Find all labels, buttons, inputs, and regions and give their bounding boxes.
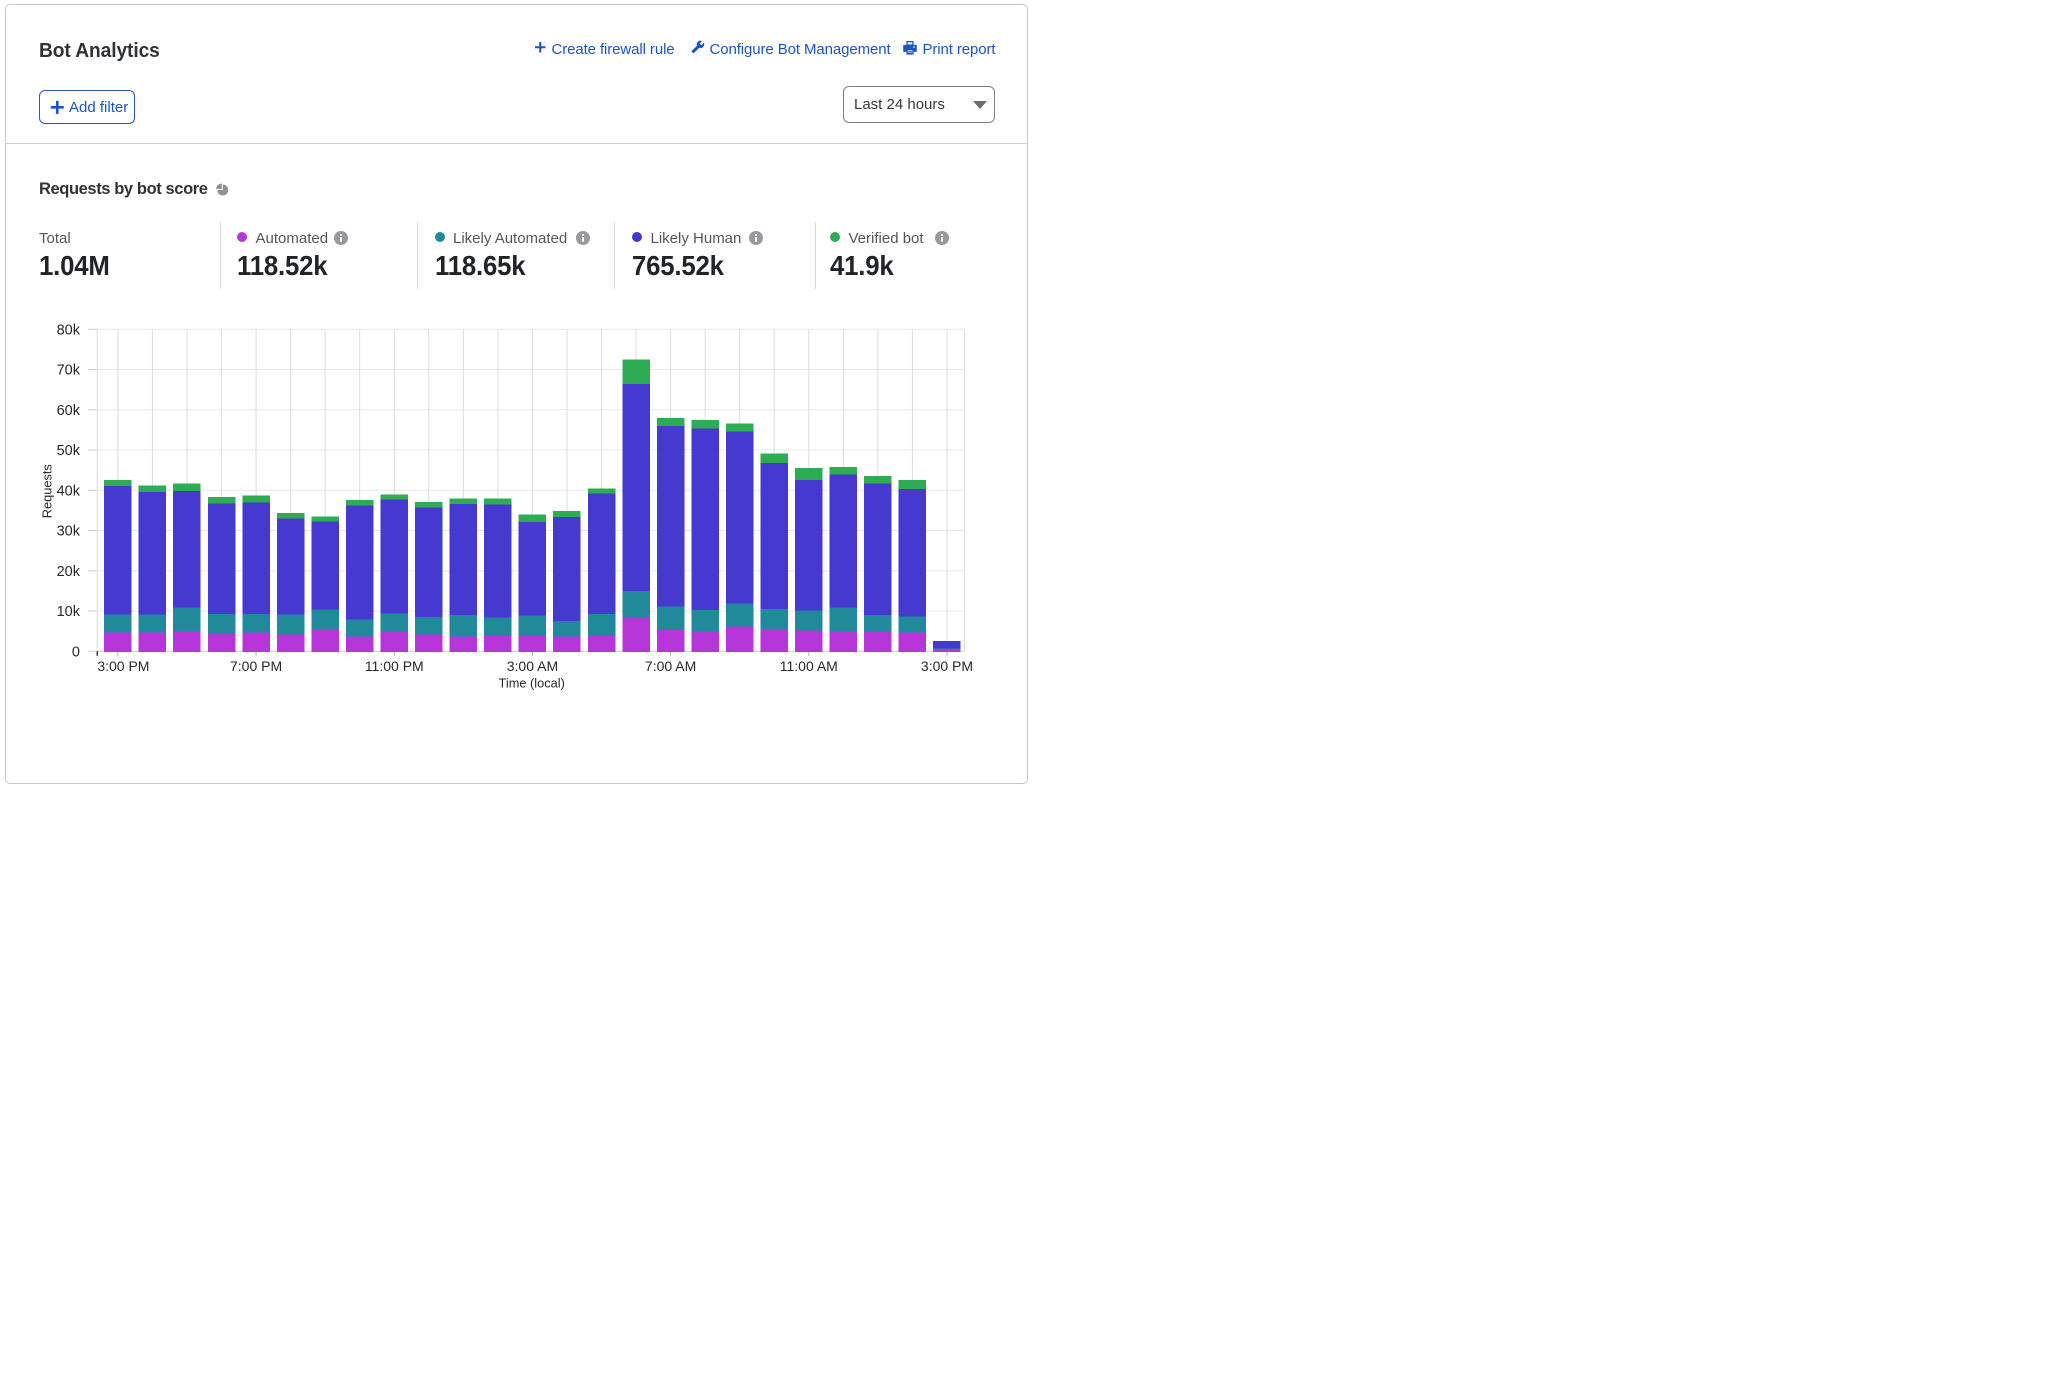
svg-text:11:00 PM: 11:00 PM bbox=[365, 658, 424, 674]
svg-text:70k: 70k bbox=[57, 363, 81, 379]
svg-text:7:00 AM: 7:00 AM bbox=[645, 658, 696, 674]
svg-text:Requests: Requests bbox=[39, 464, 54, 518]
svg-text:3:00 PM: 3:00 PM bbox=[921, 658, 973, 674]
svg-text:20k: 20k bbox=[57, 564, 81, 580]
svg-text:40k: 40k bbox=[57, 483, 81, 499]
svg-text:7:00 PM: 7:00 PM bbox=[230, 658, 282, 674]
svg-text:50k: 50k bbox=[57, 443, 81, 459]
svg-text:10k: 10k bbox=[57, 604, 81, 620]
svg-text:11:00 AM: 11:00 AM bbox=[780, 658, 838, 674]
svg-text:Time (local): Time (local) bbox=[499, 675, 565, 690]
svg-text:30k: 30k bbox=[57, 524, 81, 540]
svg-text:80k: 80k bbox=[57, 322, 81, 338]
svg-text:3:00 AM: 3:00 AM bbox=[507, 658, 558, 674]
svg-text:60k: 60k bbox=[57, 403, 81, 419]
svg-text:0: 0 bbox=[72, 644, 80, 660]
svg-text:3:00 PM: 3:00 PM bbox=[97, 658, 149, 674]
